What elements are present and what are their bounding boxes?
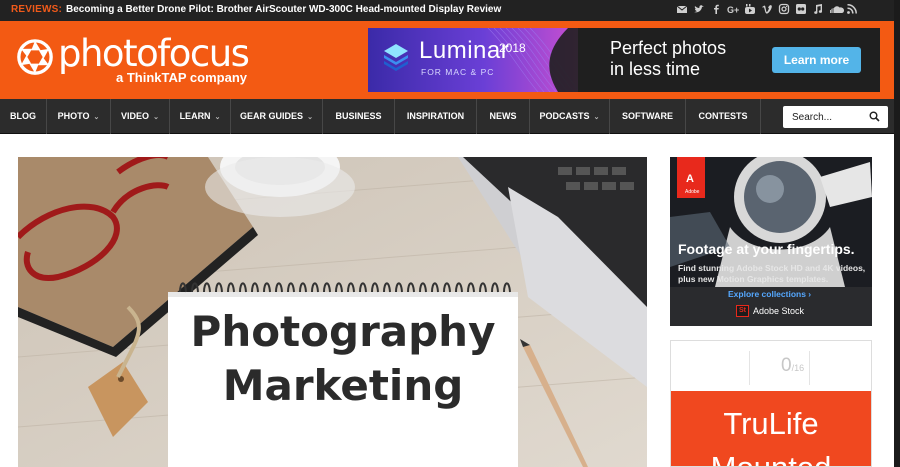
nav-item-photo[interactable]: PHOTO ⌄ [47,99,111,134]
trulife-ad[interactable]: 0/16 TruLife Mounted [670,340,872,467]
chevron-down-icon: ⌄ [153,114,159,121]
featured-review-link[interactable]: Becoming a Better Drone Pilot: Brother A… [66,4,501,15]
luminar-app-icon [384,44,408,71]
email-icon[interactable] [676,3,688,15]
luminar-banner-ad[interactable]: Luminar 2018 FOR MAC & PC Perfect photos… [368,28,880,92]
itunes-icon[interactable] [812,3,824,15]
nav-item-podcasts[interactable]: PODCASTS ⌄ [530,99,610,134]
flickr-icon[interactable] [795,3,807,15]
search-icon[interactable] [869,111,880,122]
trulife-ad-panel: TruLife Mounted [671,391,871,466]
banner-platform: FOR MAC & PC [421,67,495,77]
notepad-text: Photography Marketing [190,307,496,410]
aperture-logo-icon [17,39,53,75]
nav-item-software[interactable]: SOFTWARE [610,99,686,134]
trulife-subtitle: Mounted [671,450,871,466]
banner-product-year: 2018 [499,41,526,55]
site-logo[interactable]: photofocus a ThinkTAP company [16,32,250,91]
nav-item-video[interactable]: VIDEO ⌄ [111,99,170,134]
adobe-stock-ad[interactable]: A Adobe Footage at your fingertips. Find… [670,157,872,326]
ad-headline: Footage at your fingertips. [678,241,855,257]
facebook-icon[interactable] [710,3,722,15]
chevron-down-icon: ⌄ [593,114,600,121]
nav-item-gear-guides[interactable]: GEAR GUIDES ⌄ [231,99,323,134]
slide-counter: 0/16 [781,355,805,376]
twitter-icon[interactable] [693,3,705,15]
learn-more-button[interactable]: Learn more [772,47,861,73]
rss-icon[interactable] [846,3,858,15]
featured-article-image[interactable]: Photography Marketing [18,157,647,467]
nav-item-blog[interactable]: BLOG [0,99,47,134]
reviews-label: REVIEWS: [11,4,63,15]
soundcloud-icon[interactable] [829,3,844,15]
logo-tagline: a ThinkTAP company [116,70,247,85]
ad-body: Find stunning Adobe Stock HD and 4K vide… [678,263,866,284]
search-input[interactable] [792,109,862,125]
window-edge [894,0,900,467]
nav-item-learn[interactable]: LEARN ⌄ [170,99,231,134]
explore-collections-link[interactable]: Explore collections › [728,289,811,299]
youtube-icon[interactable] [744,3,756,15]
chevron-down-icon: ⌄ [307,114,313,121]
nav-item-inspiration[interactable]: INSPIRATION [395,99,477,134]
main-nav: BLOG PHOTO ⌄ VIDEO ⌄ LEARN ⌄ GEAR GUIDES ⌄ B… [0,99,894,134]
banner-headline: Perfect photos in less time [610,38,727,79]
svg-text:G+: G+ [727,5,739,15]
chevron-down-icon: ⌄ [214,114,221,121]
nav-item-business[interactable]: BUSINESS [323,99,395,134]
instagram-icon[interactable] [778,3,790,15]
adobe-logo: A Adobe [677,157,705,198]
nav-item-news[interactable]: NEWS [477,99,530,134]
banner-product-name: Luminar [419,37,510,64]
site-header: photofocus a ThinkTAP company Luminar 20… [0,21,894,99]
logo-wordmark: photofocus [58,32,250,75]
social-links: G+ [676,3,858,17]
search-box [783,106,888,128]
chevron-down-icon: ⌄ [93,114,100,121]
adobe-stock-badge: St [736,305,749,317]
google-plus-icon[interactable]: G+ [727,3,739,15]
nav-item-contests[interactable]: CONTESTS [686,99,761,134]
top-bar: REVIEWS: Becoming a Better Drone Pilot: … [0,0,894,21]
vimeo-icon[interactable] [761,3,773,15]
adobe-stock-label: Adobe Stock [753,306,805,316]
trulife-title: TruLife [723,406,819,441]
